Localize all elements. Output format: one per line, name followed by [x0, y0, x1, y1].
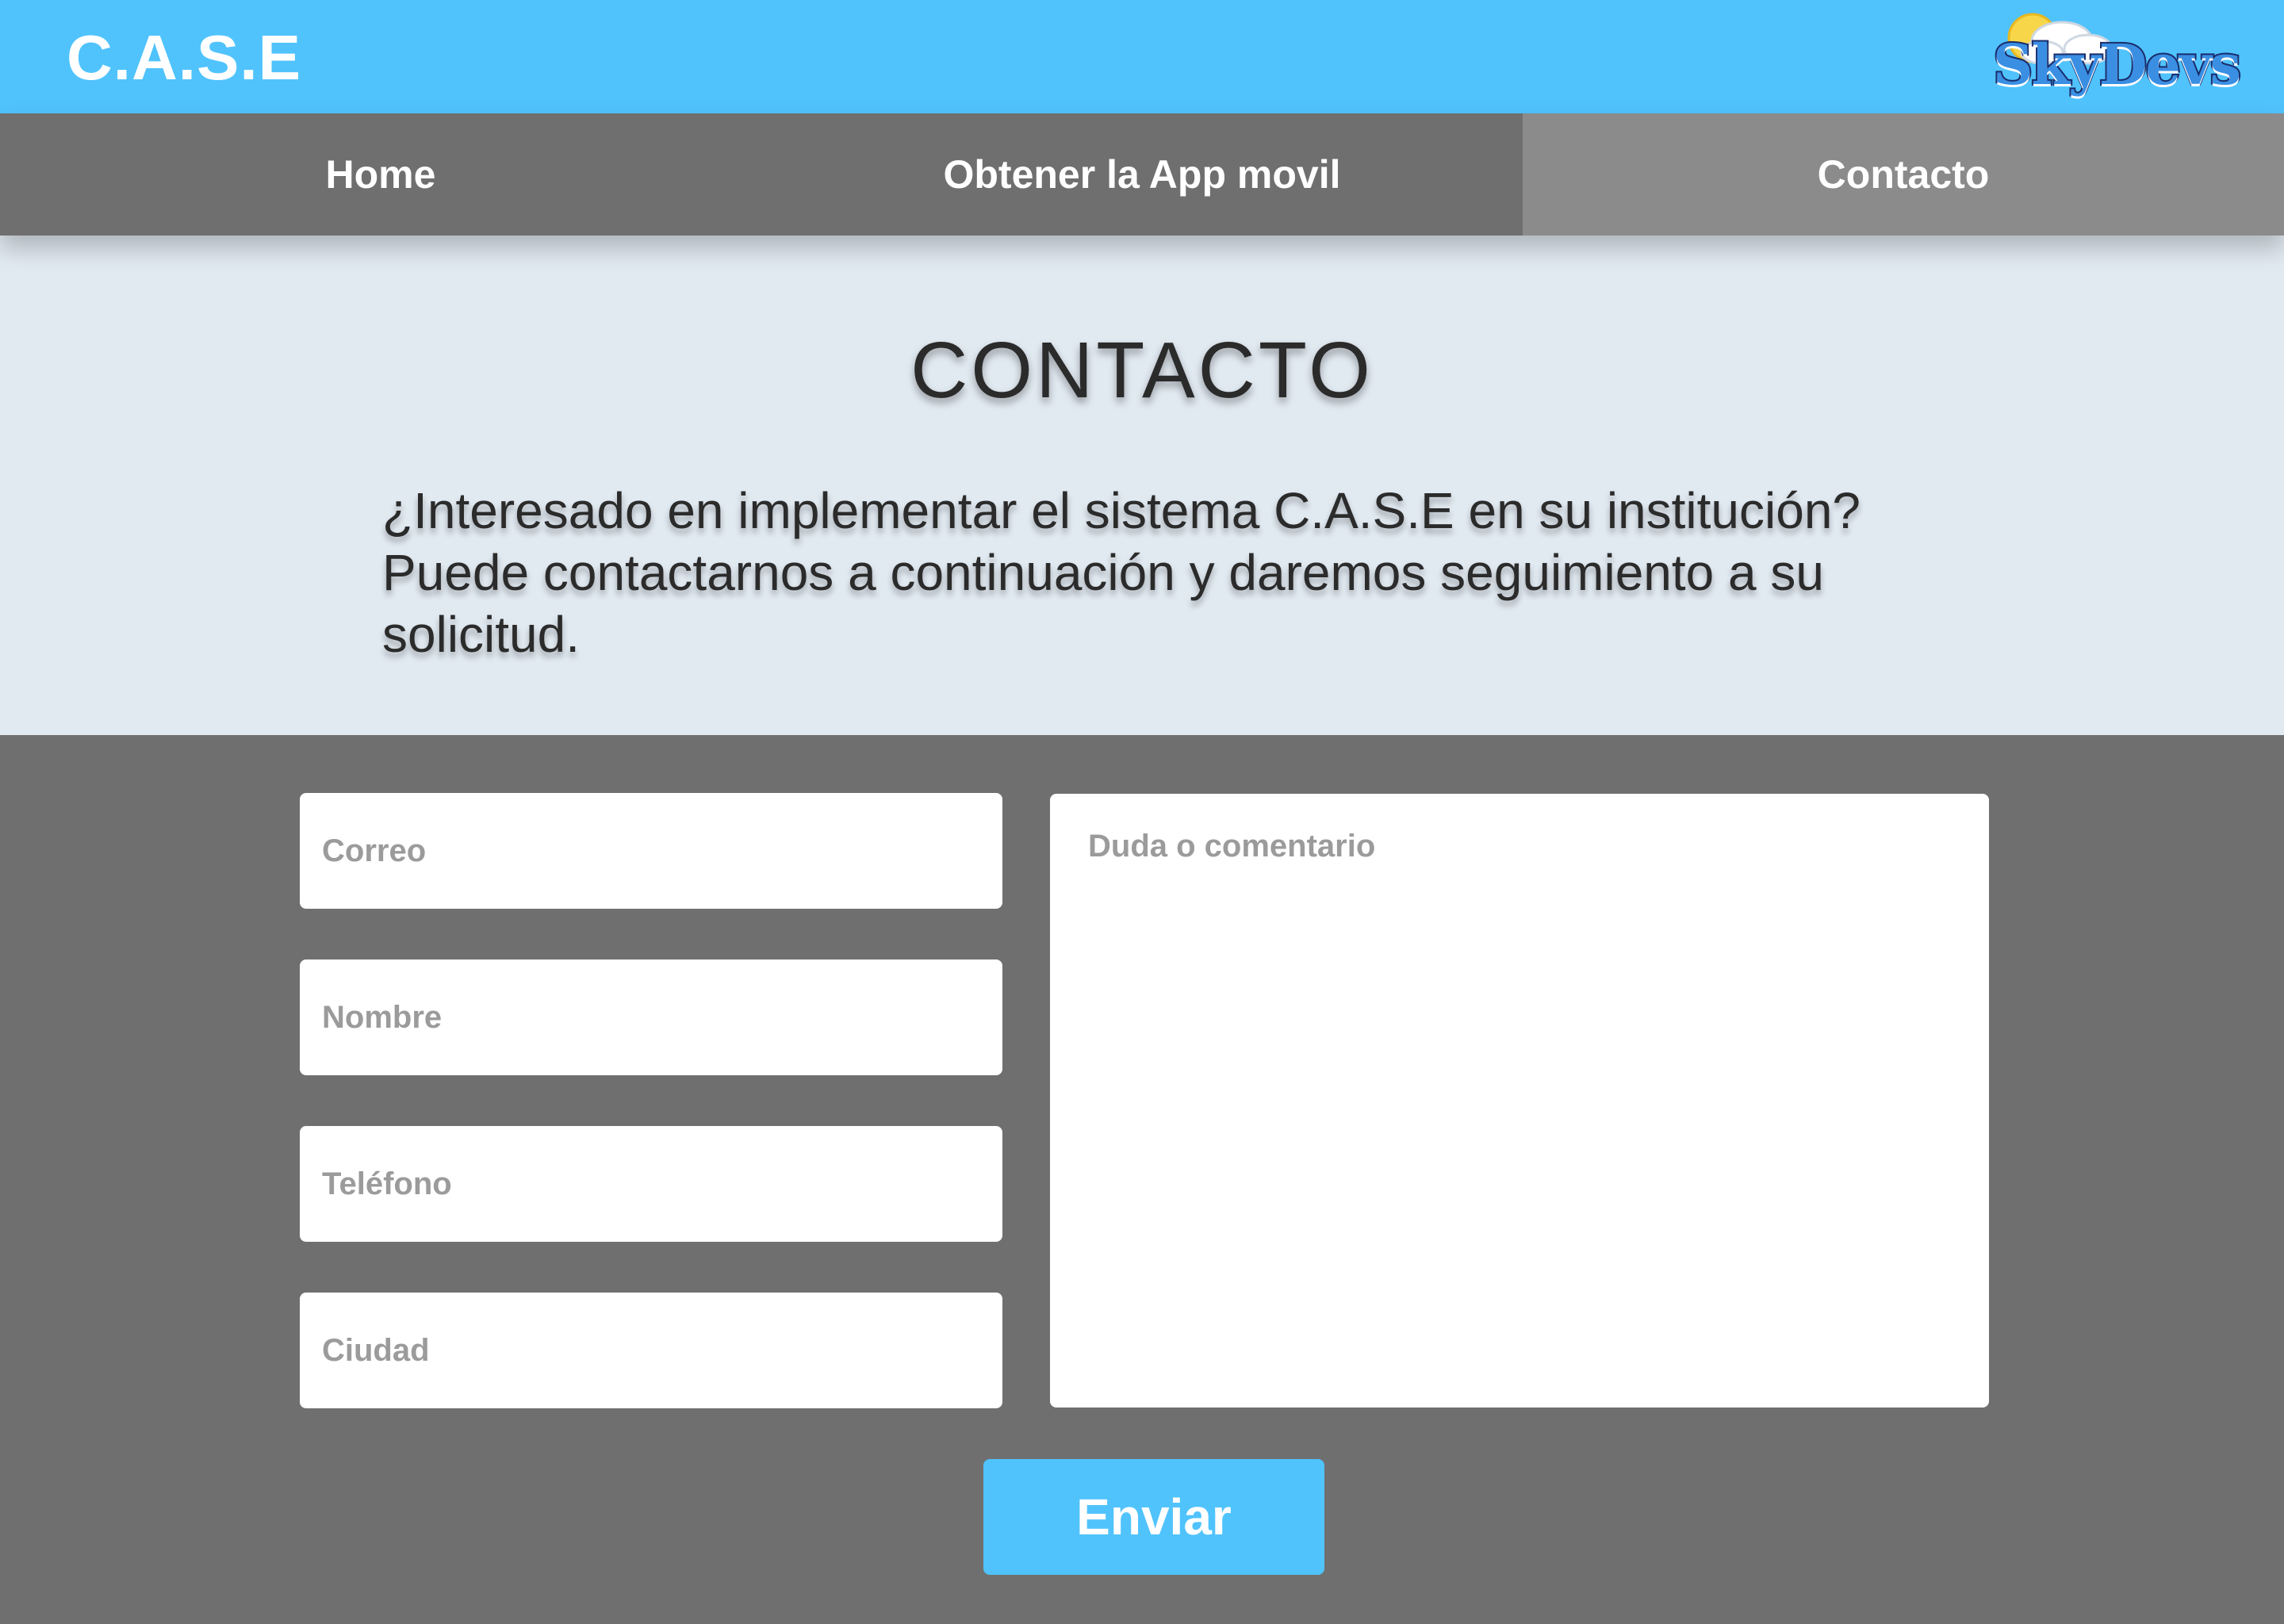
- nav-item-home[interactable]: Home: [0, 113, 761, 236]
- main-nav: Home Obtener la App movil Contacto: [0, 113, 2284, 236]
- submit-button[interactable]: Enviar: [983, 1459, 1324, 1575]
- contact-intro: CONTACTO ¿Interesado en implementar el s…: [0, 236, 2284, 735]
- header-bar: C.A.S.E SkyDevs: [0, 0, 2284, 113]
- page-title: CONTACTO: [910, 326, 1374, 415]
- city-field[interactable]: [300, 1293, 1002, 1408]
- phone-field[interactable]: [300, 1126, 1002, 1242]
- skydevs-logo: SkyDevs: [1987, 3, 2243, 110]
- nav-item-contact[interactable]: Contacto: [1523, 113, 2284, 236]
- logo-wordmark: SkyDevs: [1991, 32, 2243, 98]
- name-field[interactable]: [300, 959, 1002, 1075]
- email-field[interactable]: [300, 793, 1002, 909]
- comment-textarea[interactable]: [1050, 794, 1989, 1408]
- nav-item-get-mobile-app[interactable]: Obtener la App movil: [761, 113, 1523, 236]
- app-brand[interactable]: C.A.S.E: [67, 22, 301, 94]
- contact-form: Enviar: [0, 735, 2284, 1624]
- intro-description: ¿Interesado en implementar el sistema C.…: [382, 482, 1861, 663]
